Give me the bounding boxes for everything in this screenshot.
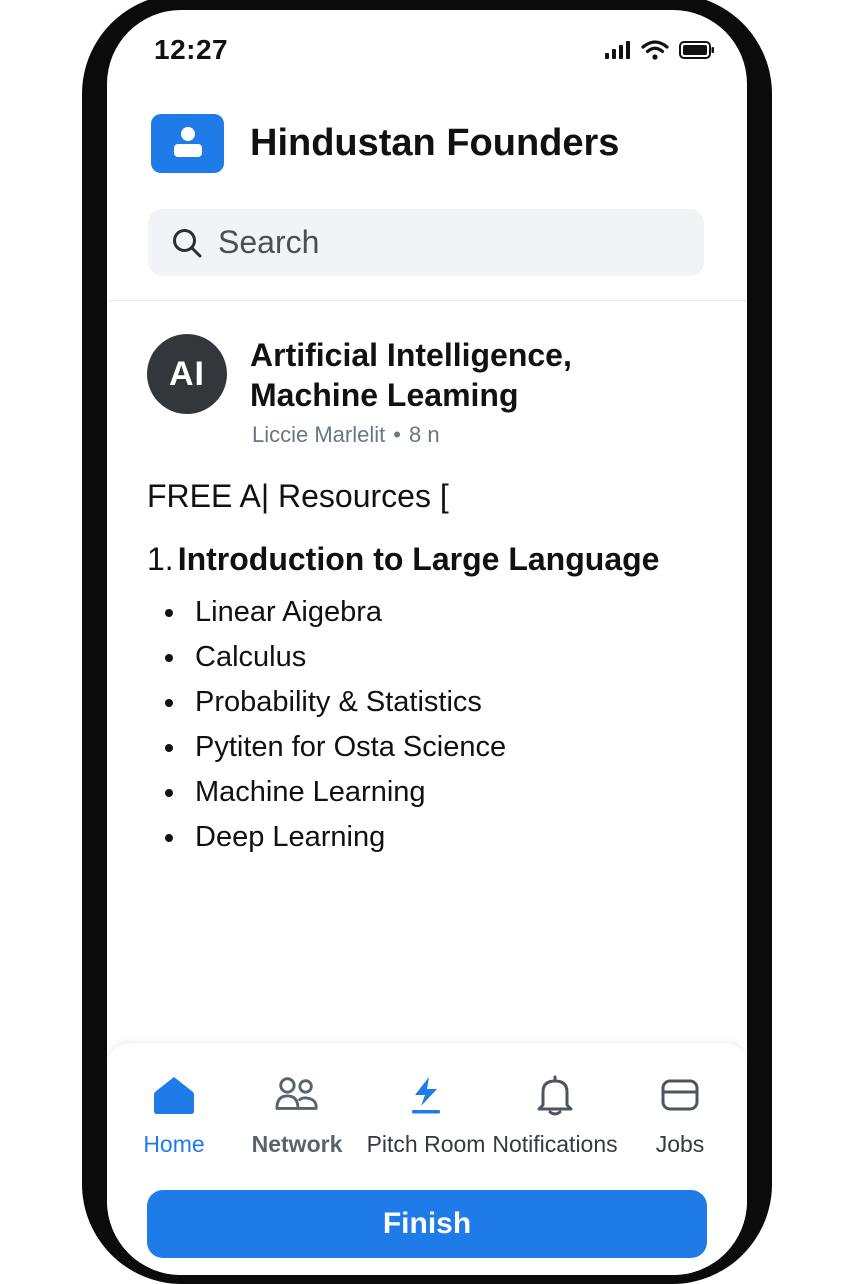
post-time: 8 n (408, 422, 440, 447)
nav-item-network[interactable]: Network (232, 1073, 362, 1158)
list-item-text: Machine Learning (195, 776, 426, 808)
nav-item-notifications[interactable]: Notifications (490, 1073, 620, 1158)
list-item: Calculus (147, 635, 727, 680)
list-item: Machine Learning (147, 770, 727, 815)
nav-item-jobs[interactable]: Jobs (615, 1073, 745, 1158)
list-item-text: Calculus (195, 641, 307, 673)
post-meta: Liccie Marlelit • 8 n (252, 422, 440, 448)
bell-icon (533, 1073, 577, 1117)
app-logo (151, 114, 224, 173)
nav-item-pitch-room[interactable]: Pitch Room (361, 1073, 491, 1158)
nav-label-home: Home (143, 1131, 205, 1157)
bullet-icon (165, 834, 173, 842)
topic-list: Linear Aigebra Calculus Probability & St… (147, 590, 727, 860)
section-number: 1. (147, 541, 174, 577)
app-title: Hindustan Founders (250, 122, 620, 164)
nav-item-home[interactable]: Home (109, 1073, 239, 1158)
post-intro: FREE A| Resources [ (147, 478, 449, 514)
user-badge-icon (171, 124, 205, 163)
status-bar: 12:27 (107, 10, 747, 90)
battery-icon (679, 40, 715, 65)
post-author[interactable]: Liccie Marlelit (252, 422, 385, 447)
wifi-icon (641, 40, 669, 65)
app-header: Hindustan Founders (151, 114, 619, 173)
header-divider (107, 300, 747, 301)
app-screen: 12:27 Hindustan Founders Search AI Artif… (107, 10, 747, 1275)
bullet-icon (165, 744, 173, 752)
bullet-icon (165, 609, 173, 617)
lightning-icon (404, 1073, 448, 1117)
list-item: Deep Learning (147, 815, 727, 860)
post-title-line-2: Machine Leaming (250, 377, 519, 413)
post-section-heading: 1. Introduction to Large Language (147, 541, 727, 578)
list-item-text: Probability & Statistics (195, 686, 482, 718)
bullet-icon (165, 789, 173, 797)
list-item: Pytiten for Osta Science (147, 725, 727, 770)
section-title: Introduction to Large Language (177, 541, 660, 577)
status-time: 12:27 (154, 34, 229, 65)
post-title[interactable]: Artificial Intelligence, Machine Leaming (250, 335, 690, 415)
status-icons (605, 40, 715, 65)
network-icon (275, 1073, 319, 1117)
list-item: Linear Aigebra (147, 590, 727, 635)
home-icon (152, 1073, 196, 1117)
nav-label-jobs: Jobs (655, 1131, 705, 1157)
cellular-signal-icon (605, 40, 631, 65)
search-bar[interactable] (148, 209, 704, 276)
briefcase-icon (658, 1073, 702, 1117)
search-input[interactable] (216, 223, 680, 262)
meta-separator: • (393, 422, 401, 447)
bottom-navigation: Home Network Pitch Room Notifications Jo… (107, 1042, 747, 1275)
list-item-text: Deep Learning (195, 821, 386, 853)
search-icon (170, 226, 204, 260)
list-item: Probability & Statistics (147, 680, 727, 725)
nav-label-notifications: Notifications (492, 1131, 618, 1157)
list-item-text: Linear Aigebra (195, 596, 383, 628)
list-item-text: Pytiten for Osta Science (195, 731, 507, 763)
nav-label-network: Network (251, 1131, 343, 1157)
bullet-icon (165, 654, 173, 662)
post-body: FREE A| Resources [ 1. Introduction to La… (147, 478, 727, 860)
bullet-icon (165, 699, 173, 707)
post-avatar[interactable]: AI (147, 334, 227, 414)
finish-button[interactable]: Finish (147, 1190, 707, 1258)
nav-label-pitch-room: Pitch Room (366, 1131, 486, 1157)
post-title-line-1: Artificial Intelligence, (250, 337, 572, 373)
